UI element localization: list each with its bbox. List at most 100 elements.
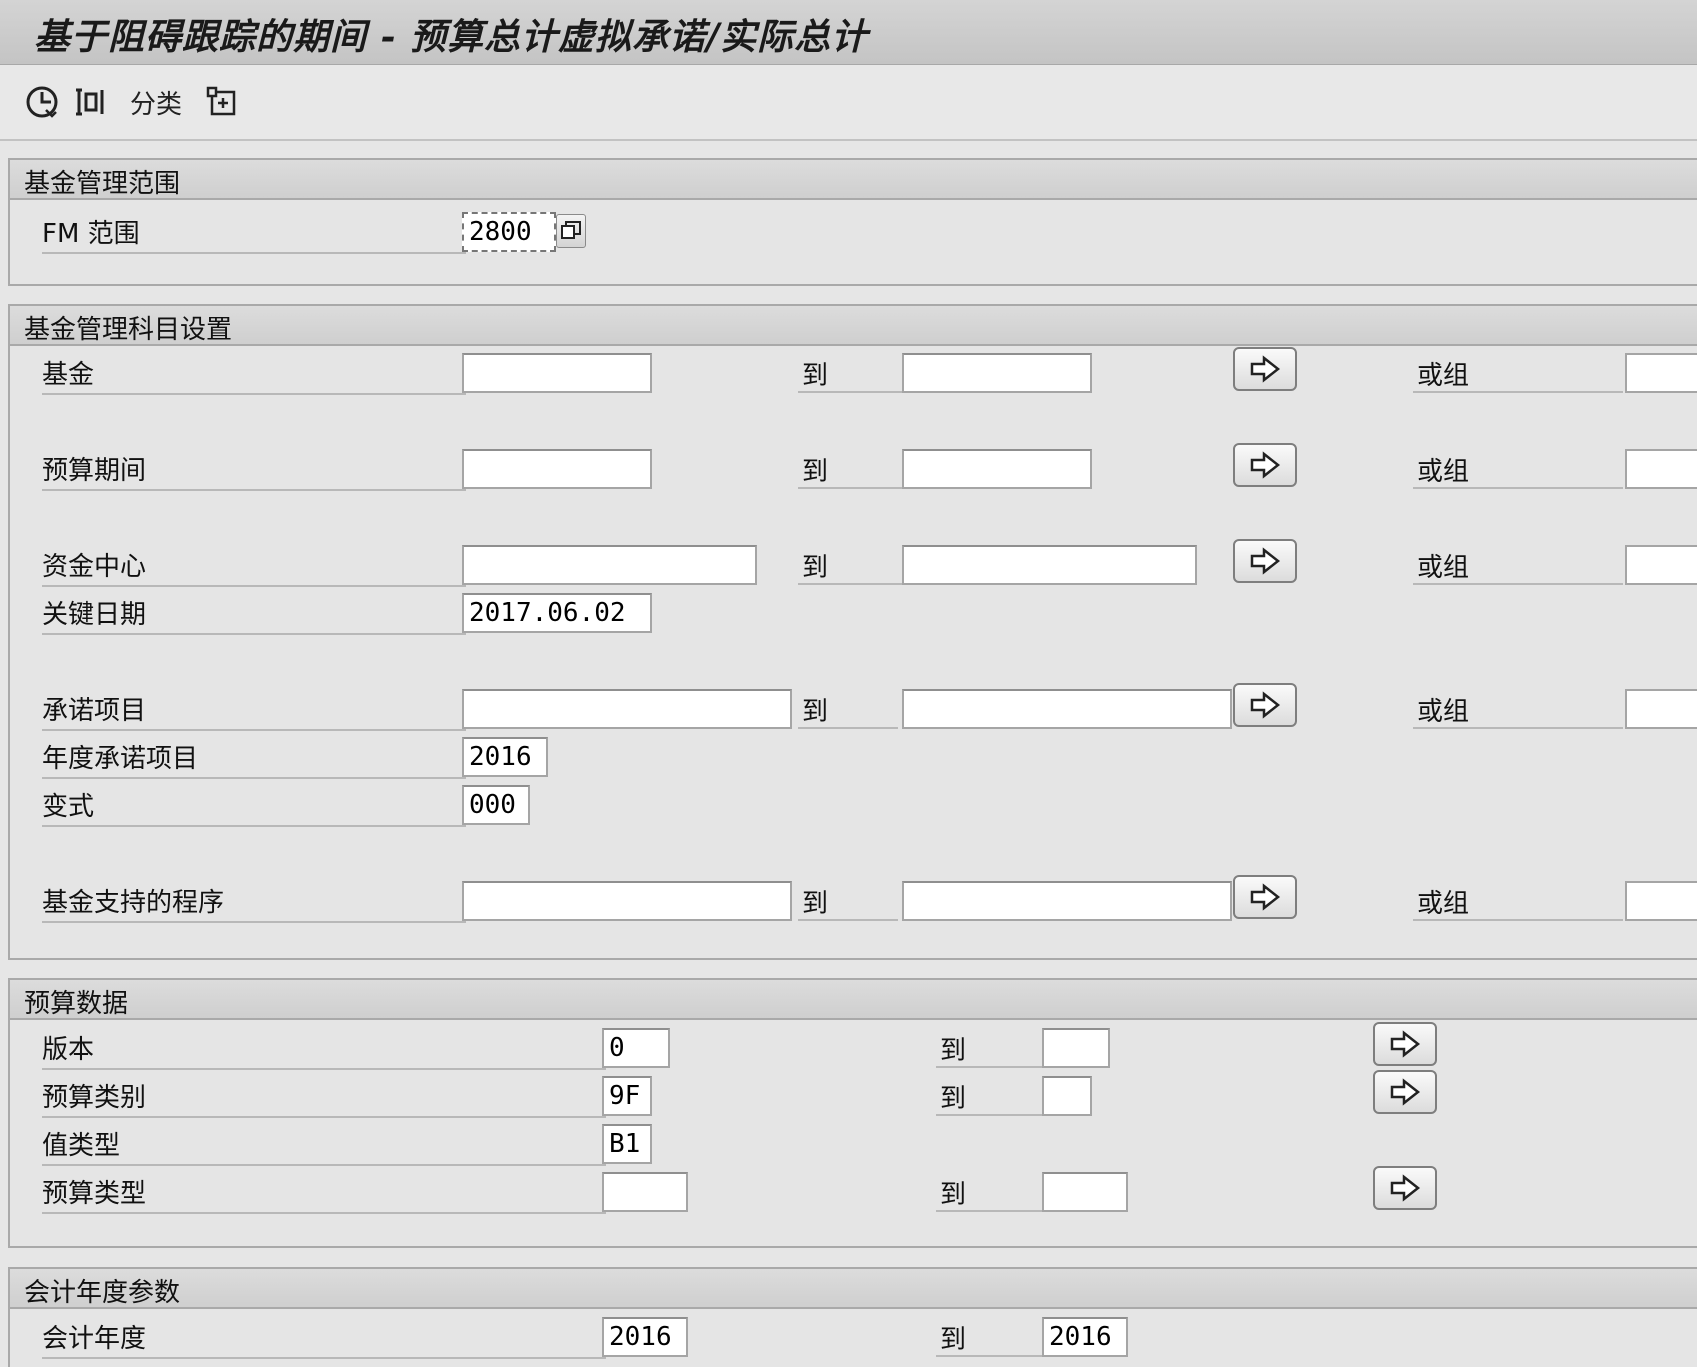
- version-row: 版本 0 到: [10, 1022, 1697, 1072]
- key-date-row: 关键日期 2017.06.02: [10, 593, 1697, 637]
- budget-category-to-label: 到: [936, 1076, 1052, 1116]
- fiscal-year-from-input[interactable]: 2016: [602, 1317, 688, 1357]
- budget-category-multiple-selection-button[interactable]: [1373, 1070, 1437, 1114]
- value-type-input[interactable]: B1: [602, 1124, 652, 1164]
- funded-program-or-group-label: 或组: [1413, 881, 1623, 921]
- account-settings-group-header: 基金管理科目设置: [10, 306, 1697, 346]
- funds-center-from-input[interactable]: [462, 545, 757, 585]
- funds-center-or-group-label: 或组: [1413, 545, 1623, 585]
- budget-period-row: 预算期间 到 或组: [10, 443, 1697, 493]
- variant-row: 变式 000: [10, 785, 1697, 829]
- budget-category-to-input[interactable]: [1042, 1076, 1092, 1116]
- commitment-item-year-row: 年度承诺项目 2016: [10, 737, 1697, 781]
- commitment-item-label: 承诺项目: [42, 689, 466, 731]
- value-help-button[interactable]: [556, 214, 586, 248]
- fund-to-input[interactable]: [902, 353, 1092, 393]
- fund-group-input[interactable]: [1625, 353, 1697, 393]
- fm-area-group-header: 基金管理范围: [10, 160, 1697, 200]
- fm-area-input[interactable]: 2800: [462, 212, 556, 252]
- funded-program-group-input[interactable]: [1625, 881, 1697, 921]
- funded-program-row: 基金支持的程序 到 或组: [10, 875, 1697, 925]
- funds-center-row: 资金中心 到 或组: [10, 539, 1697, 589]
- fm-area-row: FM 范围 2800: [10, 212, 1697, 256]
- value-type-label: 值类型: [42, 1124, 606, 1166]
- value-type-row: 值类型 B1: [10, 1124, 1697, 1168]
- fund-row: 基金 到 或组: [10, 347, 1697, 397]
- arrow-right-icon: [1250, 547, 1281, 575]
- funded-program-label: 基金支持的程序: [42, 881, 466, 923]
- fiscal-year-row: 会计年度 2016 到 2016: [10, 1317, 1697, 1361]
- budget-data-group-title: 预算数据: [24, 989, 129, 1019]
- funds-center-group-input[interactable]: [1625, 545, 1697, 585]
- fm-area-group-title: 基金管理范围: [24, 169, 181, 199]
- budget-period-to-input[interactable]: [902, 449, 1092, 489]
- commitment-item-to-input[interactable]: [902, 689, 1232, 729]
- fund-from-input[interactable]: [462, 353, 652, 393]
- arrow-right-icon: [1250, 451, 1281, 479]
- arrow-right-icon: [1250, 355, 1281, 383]
- commitment-item-group-input[interactable]: [1625, 689, 1697, 729]
- budget-category-row: 预算类别 9F 到: [10, 1070, 1697, 1120]
- budget-type-to-label: 到: [936, 1172, 1052, 1212]
- funded-program-to-input[interactable]: [902, 881, 1232, 921]
- account-settings-group: 基金管理科目设置 基金 到 或组 预算期间 到 或组 资金中心 到 或组 关键日…: [8, 304, 1697, 960]
- title-bar: 基于阻碍跟踪的期间 - 预算总计虚拟承诺/实际总计: [0, 0, 1697, 65]
- execute-clock-icon[interactable]: [22, 83, 62, 121]
- fiscal-year-to-label: 到: [936, 1317, 1052, 1357]
- fm-area-group: 基金管理范围 FM 范围 2800: [8, 158, 1697, 286]
- funded-program-from-input[interactable]: [462, 881, 792, 921]
- funds-center-to-label: 到: [798, 545, 910, 585]
- commitment-item-multiple-selection-button[interactable]: [1233, 683, 1297, 727]
- version-multiple-selection-button[interactable]: [1373, 1022, 1437, 1066]
- budget-data-group: 预算数据 版本 0 到 预算类别 9F 到 值类型 B1 预算类型 到: [8, 978, 1697, 1248]
- application-toolbar: 分类: [0, 65, 1697, 141]
- selection-options-icon[interactable]: [70, 83, 110, 121]
- fund-or-group-label: 或组: [1413, 353, 1623, 393]
- fiscal-year-label: 会计年度: [42, 1317, 606, 1359]
- commitment-item-row: 承诺项目 到 或组: [10, 683, 1697, 733]
- fund-multiple-selection-button[interactable]: [1233, 347, 1297, 391]
- arrow-right-icon: [1250, 691, 1281, 719]
- variant-input[interactable]: 000: [462, 785, 530, 825]
- funds-center-multiple-selection-button[interactable]: [1233, 539, 1297, 583]
- funds-center-to-input[interactable]: [902, 545, 1197, 585]
- variant-label: 变式: [42, 785, 466, 827]
- fund-label: 基金: [42, 353, 466, 395]
- budget-period-group-input[interactable]: [1625, 449, 1697, 489]
- arrow-right-icon: [1250, 883, 1281, 911]
- budget-type-to-input[interactable]: [1042, 1172, 1128, 1212]
- arrow-right-icon: [1390, 1174, 1421, 1202]
- commitment-item-from-input[interactable]: [462, 689, 792, 729]
- fiscal-year-group-title: 会计年度参数: [24, 1278, 181, 1308]
- fiscal-year-to-input[interactable]: 2016: [1042, 1317, 1128, 1357]
- version-to-input[interactable]: [1042, 1028, 1110, 1068]
- sort-button-label: 分类: [129, 89, 182, 120]
- version-from-input[interactable]: 0: [602, 1028, 670, 1068]
- commitment-item-year-input[interactable]: 2016: [462, 737, 548, 777]
- key-date-input[interactable]: 2017.06.02: [462, 593, 652, 633]
- fiscal-year-group: 会计年度参数 会计年度 2016 到 2016: [8, 1267, 1697, 1367]
- fm-area-label: FM 范围: [42, 212, 466, 254]
- version-to-label: 到: [936, 1028, 1052, 1068]
- budget-period-label: 预算期间: [42, 449, 466, 491]
- sort-button[interactable]: 分类: [128, 83, 184, 121]
- budget-type-multiple-selection-button[interactable]: [1373, 1166, 1437, 1210]
- funded-program-to-label: 到: [798, 881, 898, 921]
- budget-category-label: 预算类别: [42, 1076, 606, 1118]
- budget-period-from-input[interactable]: [462, 449, 652, 489]
- budget-category-from-input[interactable]: 9F: [602, 1076, 652, 1116]
- budget-type-label: 预算类型: [42, 1172, 606, 1214]
- expand-tree-icon[interactable]: [202, 83, 242, 121]
- funded-program-multiple-selection-button[interactable]: [1233, 875, 1297, 919]
- budget-period-to-label: 到: [798, 449, 910, 489]
- window-title: 基于阻碍跟踪的期间 - 预算总计虚拟承诺/实际总计: [34, 16, 869, 58]
- key-date-label: 关键日期: [42, 593, 466, 635]
- budget-period-multiple-selection-button[interactable]: [1233, 443, 1297, 487]
- account-settings-group-title: 基金管理科目设置: [24, 315, 233, 345]
- arrow-right-icon: [1390, 1078, 1421, 1106]
- fund-to-label: 到: [798, 353, 910, 393]
- version-label: 版本: [42, 1028, 606, 1070]
- commitment-item-or-group-label: 或组: [1413, 689, 1623, 729]
- budget-type-row: 预算类型 到: [10, 1166, 1697, 1216]
- budget-type-from-input[interactable]: [602, 1172, 688, 1212]
